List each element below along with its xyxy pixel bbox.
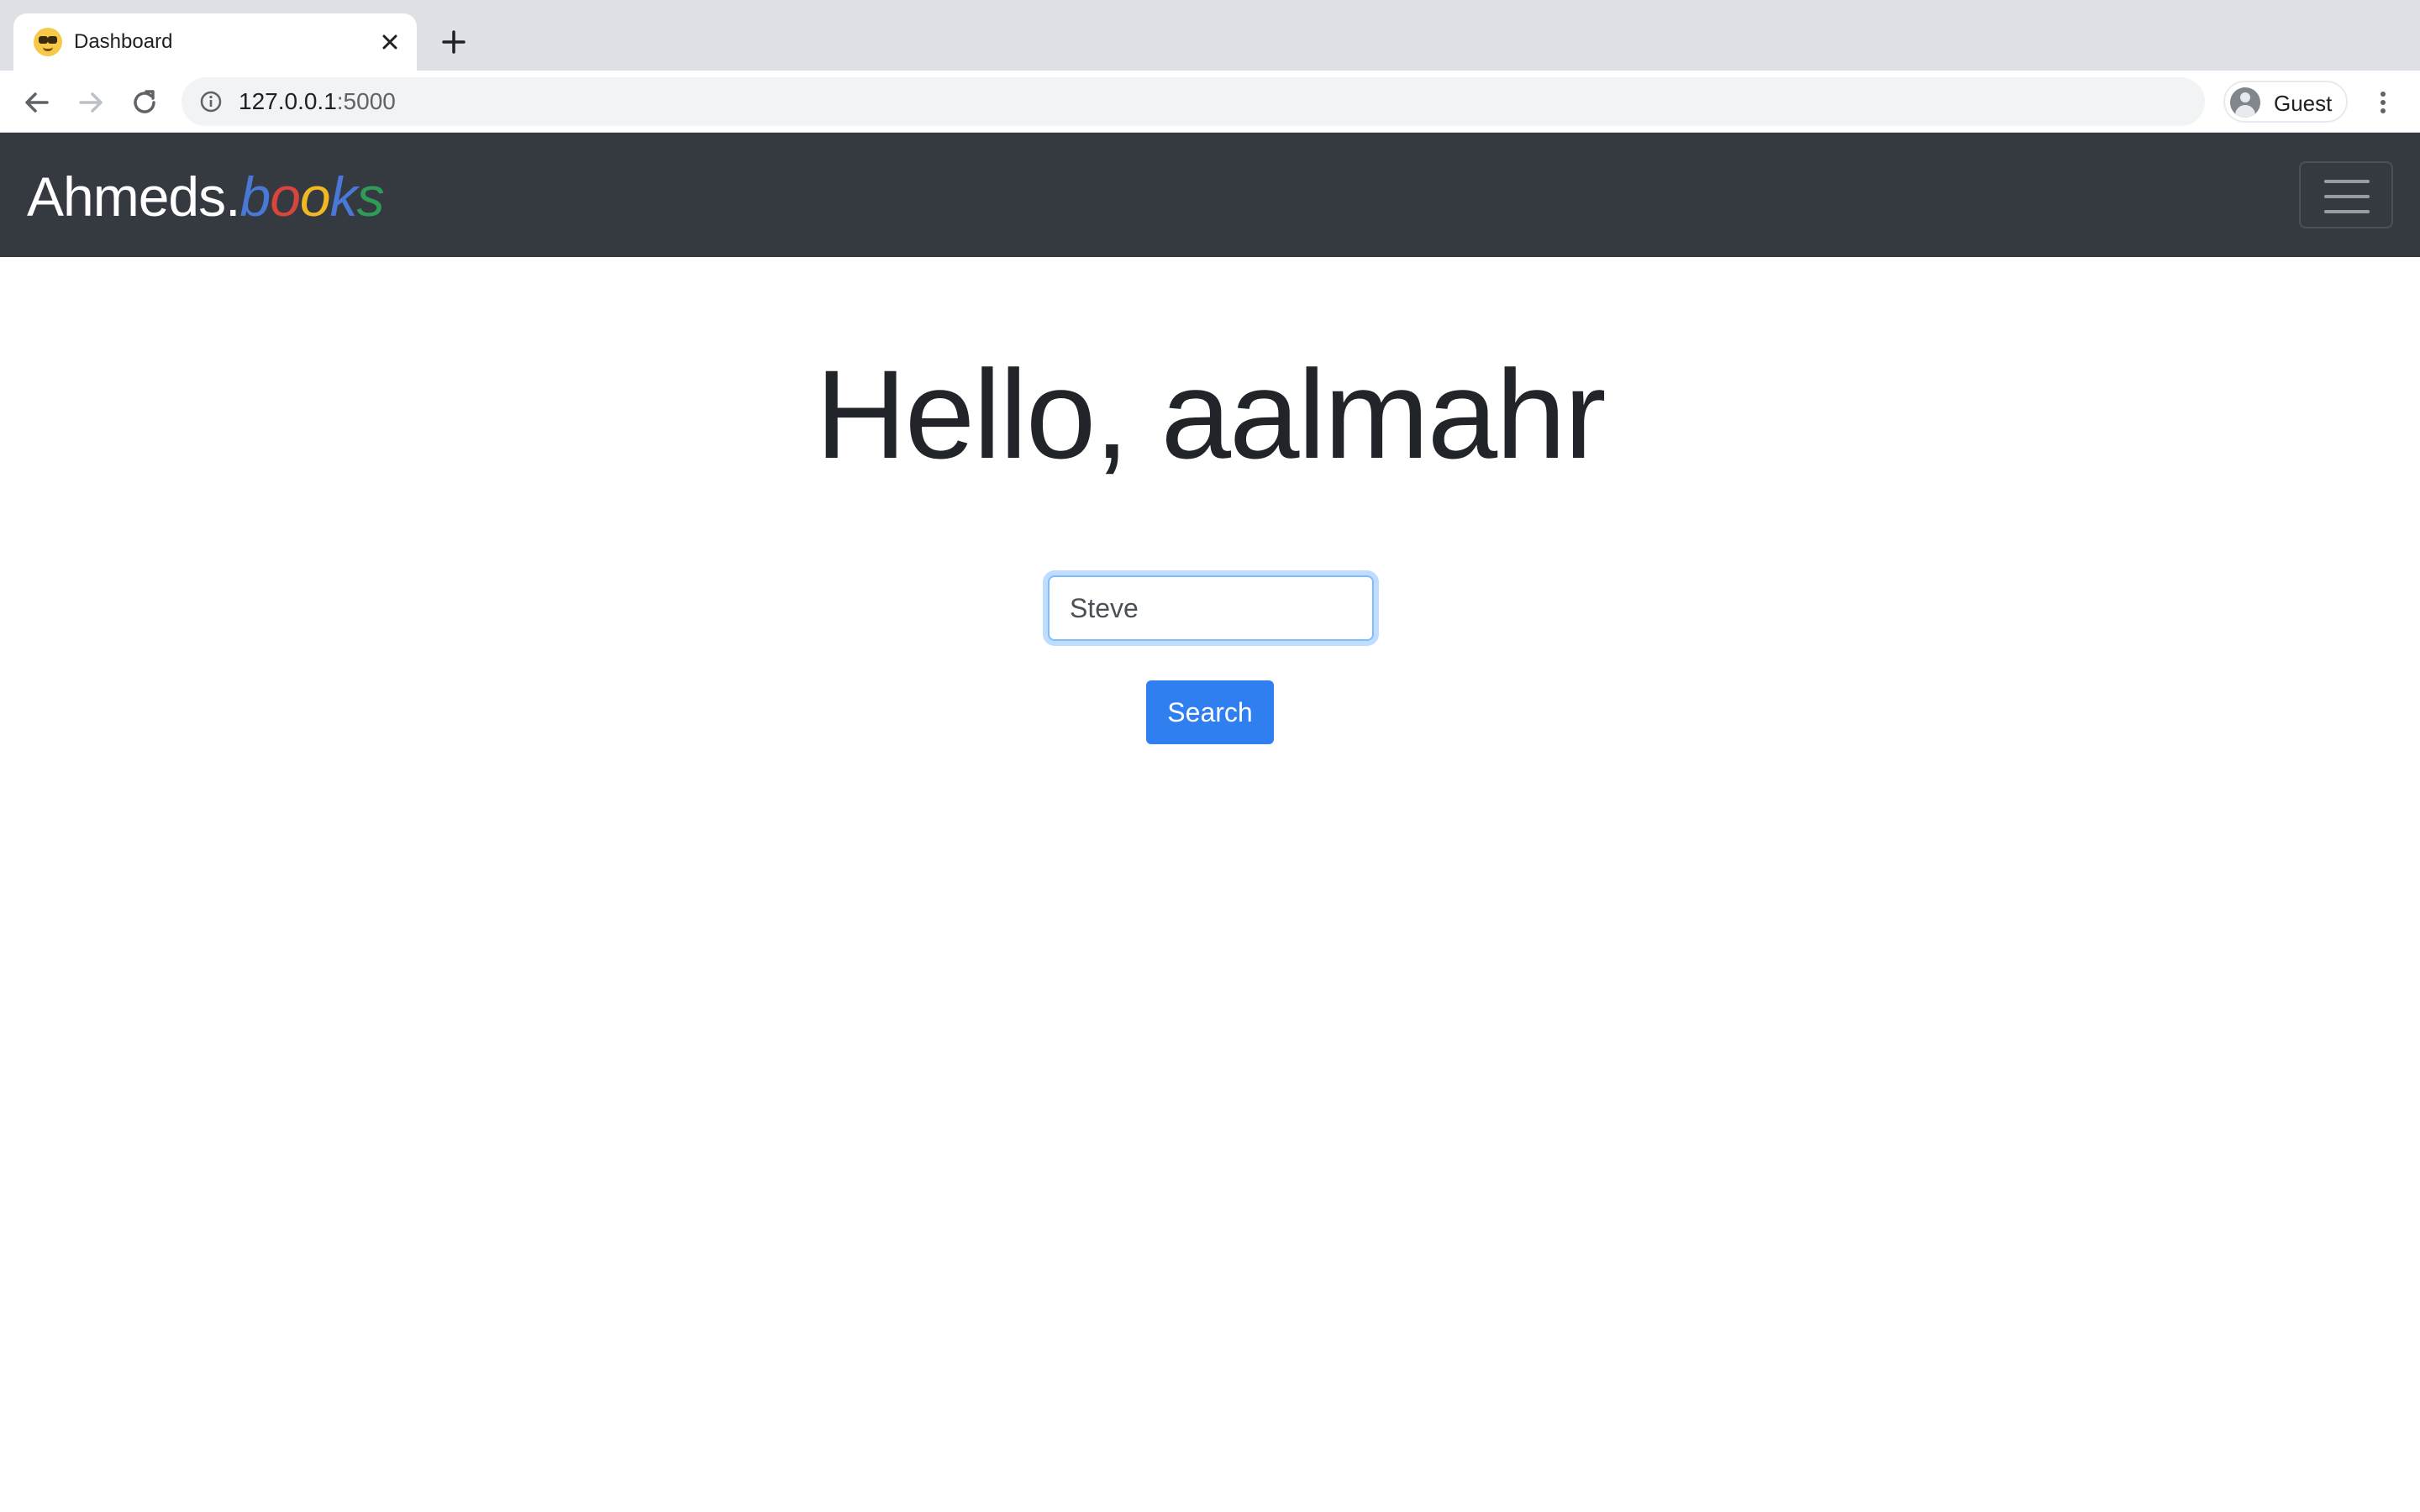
brand-books: books [239,165,385,228]
address-url: 127.0.0.1:5000 [239,87,396,116]
brand-letter: b [239,165,271,228]
tab-title: Dashboard [74,30,173,53]
page-title: Hello, aalmahr [815,344,1606,485]
browser-tab-dashboard[interactable]: Dashboard [13,13,417,71]
brand-letter: o [299,165,331,228]
profile-button[interactable]: Guest [2223,81,2348,123]
url-host: 127.0.0.1 [239,88,337,114]
hamburger-menu-icon [2324,180,2370,183]
navbar-toggler[interactable] [2299,161,2393,228]
info-circle-icon[interactable] [198,89,224,114]
browser-toolbar: 127.0.0.1:5000 Guest [0,71,2420,133]
search-input[interactable] [1048,575,1374,641]
brand-letter: s [356,165,385,228]
close-icon[interactable] [378,30,402,54]
arrow-left-icon[interactable] [20,86,54,119]
brand-logo[interactable]: Ahmeds.books [27,165,385,228]
url-port: :5000 [336,88,396,114]
brand-letter: k [329,165,358,228]
site-navbar: Ahmeds.books [0,133,2420,257]
person-icon [2230,87,2260,118]
brand-prefix: Ahmeds. [27,165,240,228]
address-bar[interactable]: 127.0.0.1:5000 [182,77,2205,126]
plus-icon[interactable] [437,25,471,59]
more-vertical-icon[interactable] [2368,87,2398,118]
brand-letter: o [270,165,301,228]
nerd-face-icon [34,28,62,56]
reload-icon[interactable] [128,86,161,119]
browser-tabstrip: Dashboard [0,0,2420,71]
profile-label: Guest [2274,91,2333,116]
arrow-right-icon[interactable] [74,86,108,119]
search-button[interactable]: Search [1146,680,1274,744]
